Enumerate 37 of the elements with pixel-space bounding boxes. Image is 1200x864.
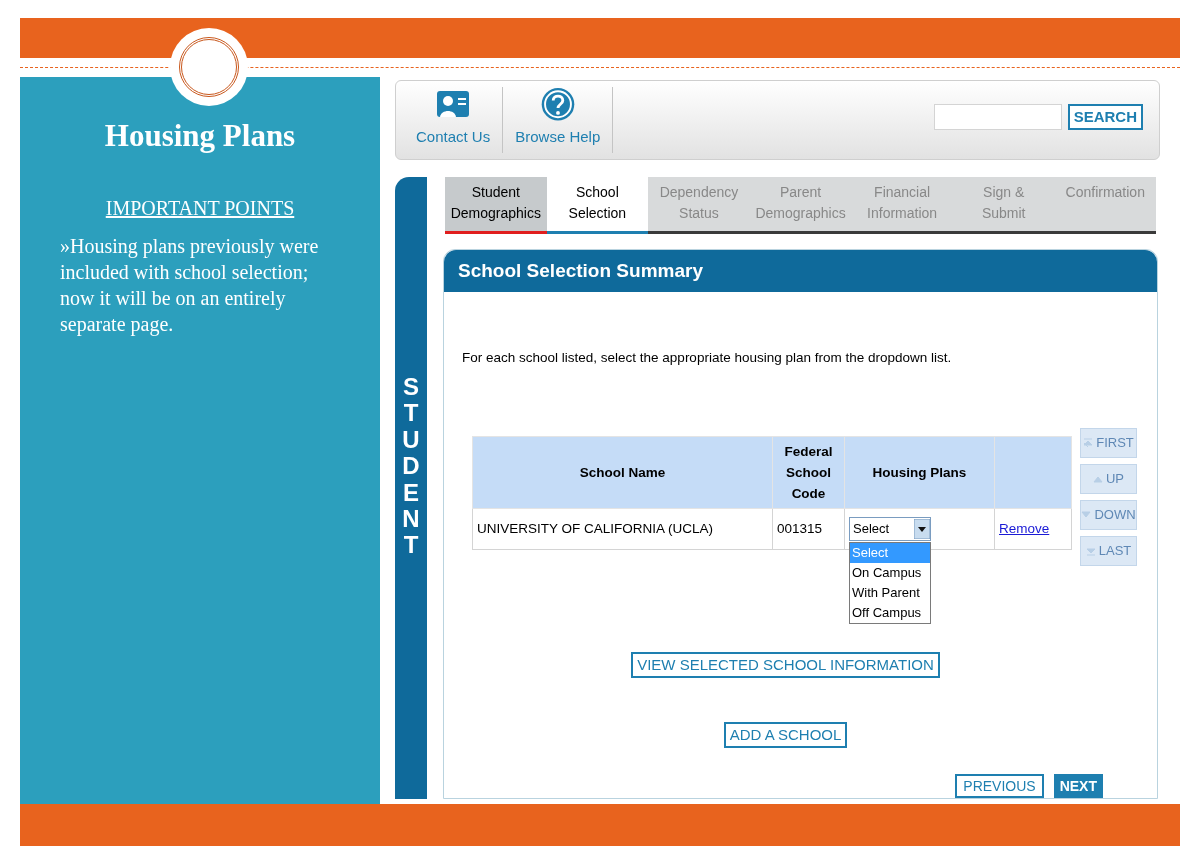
double-arrow-icon [1083,438,1094,448]
slide-subtitle: IMPORTANT POINTS [105,195,295,221]
column-header: Federal School Code [772,436,845,509]
table-cell: UNIVERSITY OF CALIFORNIA (UCLA) [472,508,773,550]
column-header: School Name [472,436,773,509]
step-tab[interactable]: School Selection [546,177,649,234]
step-tab[interactable]: Dependency Status [648,177,750,234]
column-header: Housing Plans [844,436,995,509]
dropdown-option[interactable]: With Parent [850,583,930,603]
table-cell: 001315 [772,508,845,550]
toolbar-link[interactable]: Browse Help [503,87,614,153]
step-tab[interactable]: Parent Demographics [749,177,852,234]
step-tab[interactable]: Sign & Submit [952,177,1055,234]
step-tab[interactable]: Financial Information [851,177,953,234]
search-field[interactable] [933,104,1062,130]
next-button[interactable]: NEXT [1053,774,1103,798]
action-button[interactable]: VIEW SELECTED SCHOOL INFORMATION [631,652,940,678]
help-icon [539,87,576,122]
up-arrow-icon [1092,474,1103,484]
panel-title: School Selection Summary [458,258,703,283]
instructions-text: For each school listed, select the appropriate housing plan from the dropdown list. [462,348,953,367]
down-arrow-icon [1081,510,1092,520]
dropdown-option[interactable]: Select [850,543,930,563]
action-button[interactable]: ADD A SCHOOL [723,722,848,748]
previous-button[interactable]: PREVIOUS [955,774,1044,798]
dropdown-option[interactable]: On Campus [850,563,930,583]
step-tab[interactable]: Confirmation [1054,177,1157,234]
toolbar-link[interactable]: Contact Us [404,87,504,153]
double-arrow-icon [1085,546,1096,556]
side-label: STUDENT [401,374,421,561]
bullet-text: »Housing plans previously were included with school selection; now it will be on an entirely separate page. [60,233,320,337]
housing-select[interactable]: Select [849,517,931,541]
search-button[interactable]: SEARCH [1067,104,1143,130]
step-tab[interactable]: Student Demographics [445,177,547,234]
slide-title: Housing Plans [103,117,297,155]
dropdown-arrow-icon [914,519,930,539]
dropdown-option[interactable]: Off Campus [850,603,930,623]
